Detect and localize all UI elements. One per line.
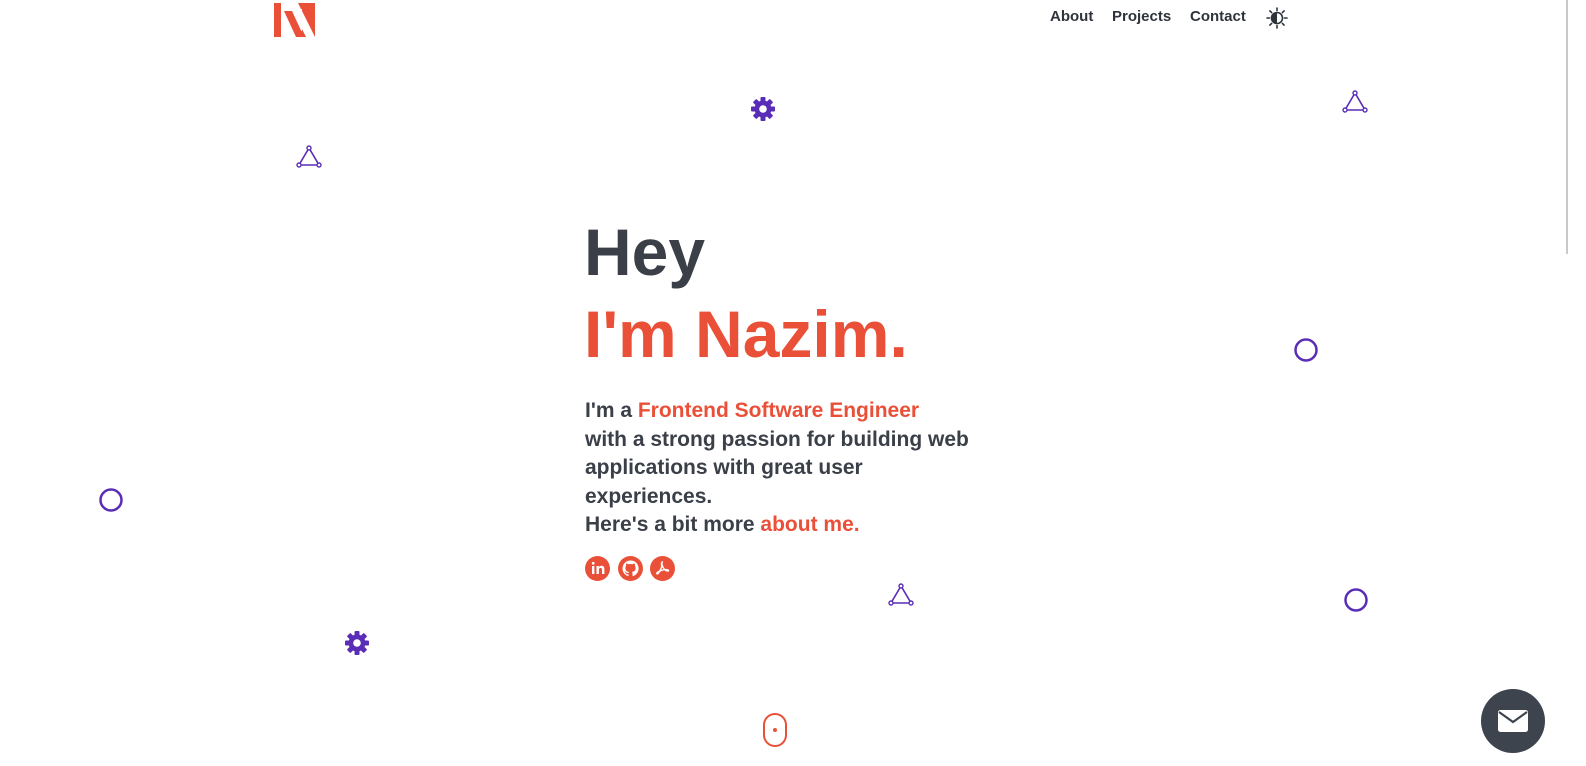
gear-icon [345,631,369,655]
mouse-icon [773,728,777,732]
linkedin-button[interactable] [585,556,610,581]
hero-intro: I'm a Frontend Software Engineer with a … [585,397,1005,540]
nav-projects[interactable]: Projects [1112,8,1171,25]
gear-icon [751,97,775,121]
circle-icon [99,488,123,512]
triangle-icon [296,145,322,168]
github-button[interactable] [618,556,643,581]
about-me-link[interactable]: about me. [760,513,859,536]
linkedin-icon [591,561,605,574]
intro-prefix: I'm a [585,399,638,422]
theme-toggle-button[interactable] [1266,7,1288,29]
main-nav: About Projects Contact [0,8,1586,28]
contact-mail-button[interactable] [1481,689,1545,753]
intro-body: with a strong passion for building web a… [585,427,969,508]
hero-name: I'm Nazim. [584,297,908,371]
contrast-icon [1266,7,1288,29]
circle-icon [1294,338,1318,362]
github-icon [622,560,639,577]
acrobat-icon [656,561,670,575]
nav-about[interactable]: About [1050,8,1093,25]
scroll-down-indicator[interactable] [763,713,787,747]
page-scrollbar[interactable] [1566,0,1568,254]
circle-icon [1344,588,1368,612]
more-prefix: Here's a bit more [585,513,761,536]
hero-greeting: Hey [584,215,706,289]
resume-button[interactable] [650,556,675,581]
triangle-icon [888,583,914,606]
triangle-icon [1342,90,1368,113]
role-title: Frontend Software Engineer [637,399,920,422]
mail-icon [1498,710,1528,732]
nav-contact[interactable]: Contact [1190,8,1246,25]
